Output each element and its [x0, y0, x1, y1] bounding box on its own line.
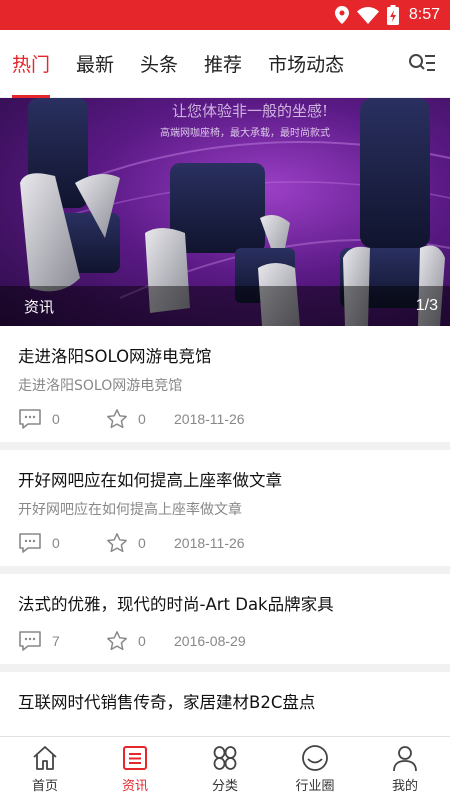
nav-home-label: 首页 [31, 779, 58, 794]
star-icon [106, 532, 128, 554]
nav-industry-circle-label: 行业圈 [295, 779, 335, 794]
comment-icon [18, 532, 42, 554]
banner-pager: 1/3 [415, 297, 438, 314]
tab-headlines[interactable]: 头条 [140, 30, 178, 98]
nav-mine[interactable]: 我的 [360, 737, 450, 800]
comment-icon [18, 408, 42, 430]
news-title: 开好网吧应在如何提高上座率做文章 [18, 471, 282, 490]
news-list: 走进洛阳SOLO网游电竞馆 走进洛阳SOLO网游电竞馆 0 0 2018-11-… [0, 326, 450, 716]
nav-news[interactable]: 资讯 [90, 737, 180, 800]
star-icon [106, 630, 128, 652]
comment-icon [18, 630, 42, 652]
tab-recommended[interactable]: 推荐 [204, 30, 242, 98]
news-meta: 7 0 2016-08-29 [18, 618, 432, 664]
news-date: 2018-11-26 [174, 411, 245, 427]
tab-hot[interactable]: 热门 [12, 30, 51, 98]
category-tab-bar: 热门 最新 头条 推荐 市场动态 [0, 30, 450, 98]
nav-mine-label: 我的 [391, 779, 418, 794]
banner-carousel[interactable]: 让您体验非一般的坐感! 高端网咖座椅，最大承载，最时尚款式 资讯 1/3 [0, 98, 450, 326]
nav-category[interactable]: 分类 [180, 737, 270, 800]
news-item[interactable]: 互联网时代销售传奇，家居建材B2C盘点 [0, 672, 450, 716]
comment-count[interactable]: 0 [18, 408, 106, 430]
tab-market-news[interactable]: 市场动态 [268, 30, 344, 98]
news-icon [122, 743, 148, 773]
nav-category-label: 分类 [211, 779, 238, 794]
nav-news-label: 资讯 [121, 779, 148, 794]
news-meta: 0 0 2018-11-26 [18, 520, 432, 566]
news-title: 法式的优雅，现代的时尚-Art Dak品牌家具 [18, 595, 334, 614]
comment-count-value: 7 [52, 633, 60, 649]
wifi-icon [356, 6, 379, 24]
news-title: 走进洛阳SOLO网游电竞馆 [18, 347, 212, 366]
comment-count-value: 0 [52, 411, 60, 427]
news-date: 2016-08-29 [174, 633, 246, 649]
news-item[interactable]: 走进洛阳SOLO网游电竞馆 走进洛阳SOLO网游电竞馆 0 0 2018-11-… [0, 326, 450, 442]
news-item[interactable]: 开好网吧应在如何提高上座率做文章 开好网吧应在如何提高上座率做文章 0 0 20… [0, 450, 450, 566]
comment-count[interactable]: 0 [18, 532, 106, 554]
favorite-count[interactable]: 0 [106, 630, 174, 652]
home-icon [31, 743, 59, 773]
tab-latest[interactable]: 最新 [76, 30, 114, 98]
star-icon [106, 408, 128, 430]
favorite-count-value: 0 [138, 633, 146, 649]
nav-home[interactable]: 首页 [0, 737, 90, 800]
nav-industry-circle[interactable]: 行业圈 [270, 737, 360, 800]
category-icon [211, 743, 239, 773]
user-icon [392, 743, 418, 773]
banner-subline: 高端网咖座椅，最大承载，最时尚款式 [160, 128, 330, 139]
favorite-count[interactable]: 0 [106, 532, 174, 554]
news-item[interactable]: 法式的优雅，现代的时尚-Art Dak品牌家具 7 0 2016-08-29 [0, 574, 450, 664]
comment-count-value: 0 [52, 535, 60, 551]
news-subtitle: 开好网吧应在如何提高上座率做文章 [18, 502, 242, 518]
news-meta: 0 0 2018-11-26 [18, 396, 432, 442]
circle-icon [301, 743, 329, 773]
banner-headline: 让您体验非一般的坐感! [171, 102, 329, 120]
comment-count[interactable]: 7 [18, 630, 106, 652]
news-title: 互联网时代销售传奇，家居建材B2C盘点 [18, 693, 316, 712]
favorite-count-value: 0 [138, 535, 146, 551]
location-icon [334, 6, 349, 24]
news-date: 2018-11-26 [174, 535, 245, 551]
favorite-count[interactable]: 0 [106, 408, 174, 430]
favorite-count-value: 0 [138, 411, 146, 427]
banner-caption: 资讯 [24, 297, 55, 316]
battery-charging-icon [386, 5, 399, 25]
news-subtitle: 走进洛阳SOLO网游电竞馆 [18, 378, 183, 394]
status-bar: 8:57 [0, 0, 450, 30]
status-time: 8:57 [408, 6, 440, 23]
banner-caption-bar: 资讯 1/3 [0, 286, 450, 326]
bottom-navigation: 首页 资讯 分类 行业圈 我的 [0, 736, 450, 800]
search-list-icon[interactable] [408, 52, 436, 76]
